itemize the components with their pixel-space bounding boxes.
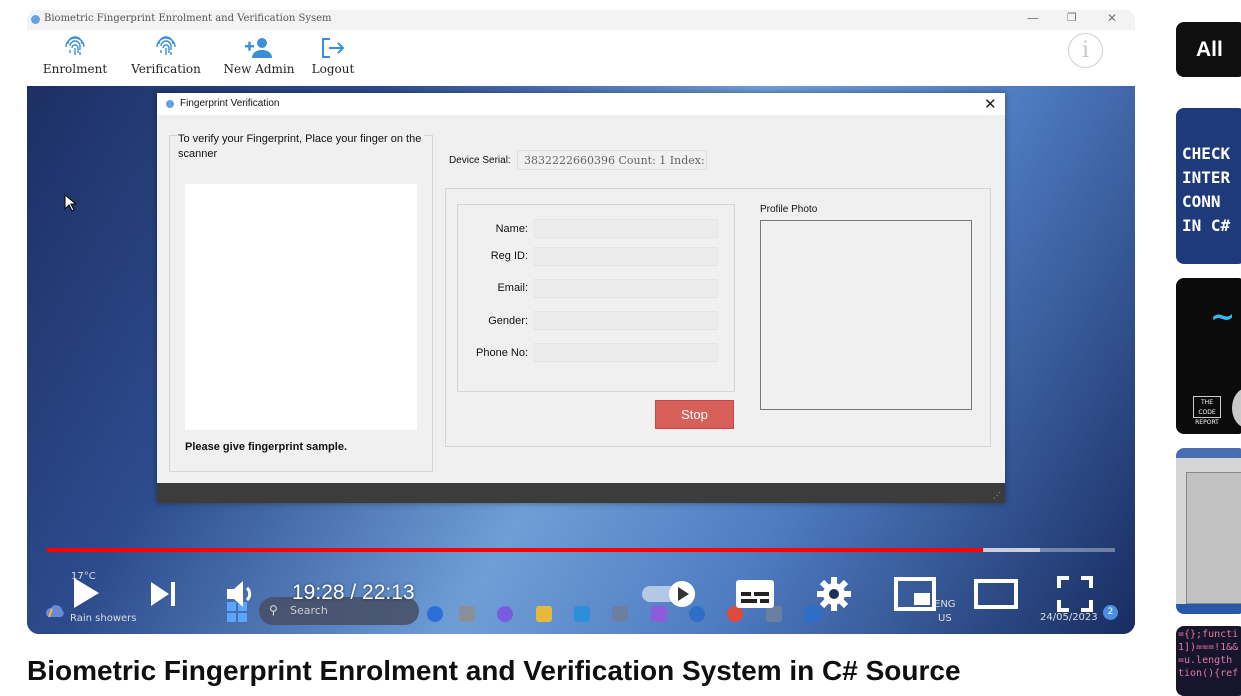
filter-chip-all[interactable]: All [1176,22,1241,77]
profile-photo-label: Profile Photo [760,204,818,215]
scanner-instruction: To verify your Fingerprint, Place your f… [178,132,424,162]
user-info-groupbox: Name: Reg ID: Email: Gender: Phone No: [457,204,735,392]
phone-no-label: Phone No: [476,347,528,359]
profile-photo-box [760,220,972,410]
weather-description: Rain showers [70,613,137,624]
language-indicator[interactable]: ENG [934,599,956,610]
device-serial-field[interactable]: 3832222660396 Count: 1 Index: ( [517,150,707,170]
gender-label: Gender: [488,315,528,327]
dialog-statusbar: ⋰ [157,483,1005,503]
task-view-icon[interactable] [459,606,475,622]
add-user-icon [219,34,299,62]
dialog-title: Fingerprint Verification [180,98,280,109]
seek-bar[interactable] [47,548,1115,552]
email-field[interactable] [534,279,718,298]
name-label: Name: [495,223,528,235]
fingerprint-verification-dialog: Fingerprint Verification ✕ To verify you… [157,93,1005,503]
info-icon[interactable]: i [1068,33,1103,68]
device-serial-label: Device Serial: [449,155,511,166]
tailwind-logo-icon: ~ [1210,300,1236,335]
copilot-icon[interactable] [427,606,443,622]
thumbnail-badge: THE CODE REPORT [1193,396,1221,426]
settings-gear-icon[interactable] [816,576,852,612]
search-icon: ⚲ [269,603,278,617]
recommended-video-thumbnail[interactable]: CHECK INTER CONN IN C# [1176,108,1241,264]
video-player[interactable]: Biometric Fingerprint Enrolment and Veri… [27,10,1135,634]
thumbnail-code: ={};functi 1])===!1&& =u.length tion(){r… [1178,629,1239,679]
subtitles-icon[interactable] [735,578,775,610]
dialog-titlebar: Fingerprint Verification ✕ [157,93,1005,115]
store-icon[interactable] [574,606,590,622]
dialog-app-icon [166,100,174,108]
taskbar-search-text: Search [290,604,328,617]
restore-icon[interactable]: ❐ [1067,11,1077,24]
phone-no-field[interactable] [534,343,718,362]
autoplay-toggle-icon[interactable] [640,579,698,609]
play-icon[interactable] [71,576,101,610]
language-region: US [938,613,952,624]
scanner-groupbox: To verify your Fingerprint, Place your f… [169,132,433,472]
thumbnail-window [1186,472,1241,604]
email-label: Email: [497,282,528,294]
app-icon[interactable] [612,606,628,622]
enrolment-label: Enrolment [42,62,108,76]
logout-button[interactable]: Logout [308,34,358,84]
logout-icon [308,34,358,62]
teams-icon[interactable] [497,606,513,622]
new-admin-label: New Admin [223,62,295,76]
taskbar-date[interactable]: 24/05/2023 [1040,612,1098,623]
gender-field[interactable] [534,311,718,330]
enrolment-button[interactable]: Enrolment [40,34,110,84]
thumbnail-window-titlebar [1176,448,1241,458]
recommended-video-thumbnail[interactable]: ={};functi 1])===!1&& =u.length tion(){r… [1176,626,1241,696]
verification-button[interactable]: Verification [126,34,206,84]
reg-id-label: Reg ID: [490,250,528,262]
scanner-prompt: Please give fingerprint sample. [185,441,348,453]
seek-bar-played [47,548,983,552]
details-groupbox: Name: Reg ID: Email: Gender: Phone No: S… [445,188,991,447]
file-explorer-icon[interactable] [536,606,552,622]
fingerprint-icon [126,34,206,62]
logout-label: Logout [311,62,355,76]
miniplayer-icon[interactable] [893,576,937,612]
theater-mode-icon[interactable] [973,578,1019,610]
mouse-cursor-icon [64,194,76,212]
presenter-avatar [1232,388,1241,428]
app-icon [31,15,40,24]
time-display: 19:28 / 22:13 [292,581,415,604]
dialog-close-icon[interactable]: ✕ [984,95,997,113]
recommended-video-thumbnail[interactable] [1176,448,1241,614]
verification-label: Verification [131,62,201,76]
next-icon[interactable] [149,581,179,607]
reg-id-field[interactable] [534,247,718,266]
new-admin-button[interactable]: New Admin [219,34,299,84]
fullscreen-icon[interactable] [1057,576,1093,612]
app-window-title: Biometric Fingerprint Enrolment and Veri… [44,13,332,24]
minimize-icon[interactable]: — [1027,11,1039,25]
resize-grip-icon[interactable]: ⋰ [993,491,1001,500]
weather-icon [46,605,64,618]
app-window: Biometric Fingerprint Enrolment and Veri… [27,10,1135,86]
app-titlebar: Biometric Fingerprint Enrolment and Veri… [27,10,1135,30]
thumbnail-text: CHECK INTER CONN IN C# [1182,144,1231,235]
name-field[interactable] [534,219,718,238]
fingerprint-scan-image [185,184,417,430]
close-icon[interactable]: ✕ [1107,11,1117,25]
notification-badge[interactable]: 2 [1103,605,1118,620]
stop-button[interactable]: Stop [655,400,734,429]
thumbnail-taskbar [1176,604,1241,614]
recommended-video-thumbnail[interactable]: ~ THE CODE REPORT [1176,278,1241,434]
fingerprint-icon [40,34,110,62]
video-title[interactable]: Biometric Fingerprint Enrolment and Veri… [27,655,961,687]
volume-icon[interactable] [225,579,259,609]
